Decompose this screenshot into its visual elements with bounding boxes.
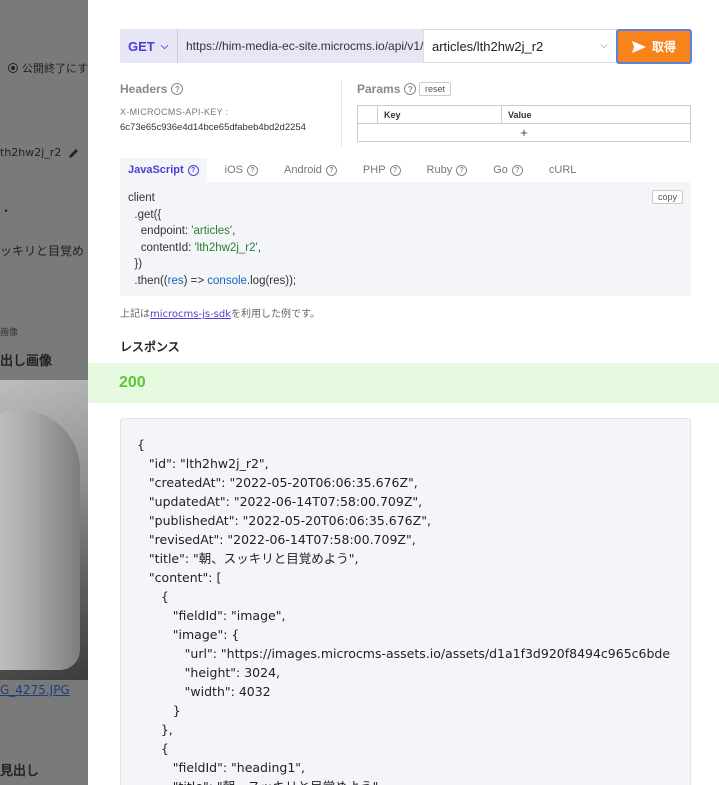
bg-photo	[0, 380, 88, 680]
tab-javascript[interactable]: JavaScript?	[120, 158, 207, 182]
bg-small-label: 画像	[0, 328, 19, 338]
chevron-down-icon: ⌵	[160, 40, 169, 52]
copy-button[interactable]: copy	[651, 190, 683, 204]
response-line: "url": "https://images.microcms-assets.i…	[137, 646, 671, 661]
endpoint-select[interactable]: articles/lth2hw2j_r2 ⌵	[423, 29, 617, 63]
send-icon	[631, 40, 646, 53]
help-icon[interactable]: ?	[171, 83, 184, 95]
reset-button[interactable]: reset	[419, 82, 452, 96]
help-icon[interactable]: ?	[404, 83, 417, 95]
bg-image-heading: 出し画像	[0, 354, 53, 369]
tab-curl[interactable]: cURL	[541, 158, 585, 182]
help-icon[interactable]: ?	[511, 164, 523, 176]
params-checkbox-col	[357, 105, 378, 124]
tab-go[interactable]: Go?	[485, 158, 531, 182]
code-line: client	[128, 192, 155, 204]
response-line: }	[137, 703, 181, 718]
response-line: "publishedAt": "2022-05-20T06:06:35.676Z…	[137, 513, 431, 528]
code-line: .get({	[128, 208, 162, 221]
response-line: "image": {	[137, 627, 240, 642]
response-line: {	[137, 741, 169, 756]
tab-ruby[interactable]: Ruby?	[419, 158, 476, 182]
status-code: 200	[119, 374, 146, 391]
response-line: "revisedAt": "2022-06-14T07:58:00.709Z",	[137, 532, 416, 547]
params-key-header: Key	[377, 105, 502, 124]
help-icon[interactable]: ?	[247, 164, 258, 176]
request-bar: GET ⌵ https://him-media-ec-site.microcms…	[120, 29, 617, 63]
tab-android[interactable]: Android?	[276, 158, 345, 182]
response-line: },	[137, 722, 173, 737]
params-header-row: Key Value	[357, 105, 691, 124]
response-line: "updatedAt": "2022-06-14T07:58:00.709Z",	[137, 494, 423, 509]
bg-colon-mark: ・	[0, 204, 13, 218]
headers-label: Headers?	[120, 82, 184, 96]
pencil-icon	[68, 149, 78, 158]
divider	[341, 80, 342, 146]
sdk-link[interactable]: microcms-js-sdk	[150, 309, 231, 320]
background-overlay: 公開終了にす th2hw2j_r2 ・ ッキリと目覚め 画像 出し画像 G_42…	[0, 0, 88, 785]
bg-title-field: ッキリと目覚め	[0, 244, 85, 258]
response-line: "height": 3024,	[137, 665, 280, 680]
api-preview-drawer: GET ⌵ https://him-media-ec-site.microcms…	[88, 0, 719, 785]
code-line: endpoint: 'articles',	[128, 225, 236, 237]
header-value: 6c73e65c936e4d14bce65dfabeb4bd2d2254	[120, 122, 306, 133]
header-key: X-MICROCMS-API-KEY :	[120, 107, 229, 117]
method-label: GET	[128, 38, 155, 54]
bg-file-link: G_4275.JPG	[0, 683, 70, 697]
code-line: .then((res) => console.log(res));	[128, 274, 297, 287]
response-body: { "id": "lth2hw2j_r2", "createdAt": "202…	[120, 418, 691, 785]
response-line: "fieldId": "image",	[137, 608, 286, 623]
endpoint-label: articles/lth2hw2j_r2	[432, 38, 544, 54]
fetch-button[interactable]: 取得	[616, 29, 692, 64]
base-url: https://him-media-ec-site.microcms.io/ap…	[186, 39, 423, 53]
response-line: "id": "lth2hw2j_r2",	[137, 456, 269, 471]
params-table: Key Value +	[357, 105, 691, 142]
response-status: 200	[88, 363, 719, 403]
help-icon[interactable]: ?	[325, 164, 337, 176]
response-line: "title": "朝、スッキリと目覚めよう",	[137, 777, 690, 785]
bg-id-field: th2hw2j_r2	[0, 146, 80, 159]
response-line: {	[137, 437, 145, 452]
add-param-button[interactable]: +	[357, 123, 691, 142]
tab-php[interactable]: PHP?	[355, 158, 409, 182]
response-line: {	[137, 589, 169, 604]
code-sample: copy client .get({ endpoint: 'articles',…	[120, 182, 691, 296]
fetch-label: 取得	[651, 40, 676, 54]
method-select[interactable]: GET ⌵	[120, 29, 178, 63]
help-icon[interactable]: ?	[456, 164, 468, 176]
params-label: Params?	[357, 82, 417, 96]
response-line: "createdAt": "2022-05-20T06:06:35.676Z",	[137, 475, 418, 490]
code-line: })	[128, 258, 143, 270]
response-title: レスポンス	[120, 340, 180, 354]
response-line: "content": [	[137, 570, 222, 585]
sdk-note: 上記はmicrocms-js-sdkを利用した例です。	[120, 309, 321, 320]
bg-bottom-heading: 見出し	[0, 764, 40, 779]
chevron-down-icon: ⌵	[600, 40, 608, 51]
help-icon[interactable]: ?	[187, 164, 199, 176]
help-icon[interactable]: ?	[389, 164, 401, 176]
response-line: "width": 4032	[137, 684, 271, 699]
response-line: "fieldId": "heading1",	[137, 760, 305, 775]
unpublish-option: 公開終了にす	[8, 60, 88, 76]
tab-ios[interactable]: iOS?	[217, 158, 266, 182]
language-tabs: JavaScript? iOS? Android? PHP? Ruby? Go?…	[120, 158, 691, 182]
response-line: "title": "朝、スッキリと目覚めよう",	[137, 551, 359, 566]
code-line: contentId: 'lth2hw2j_r2',	[128, 241, 261, 254]
params-value-header: Value	[501, 105, 691, 124]
